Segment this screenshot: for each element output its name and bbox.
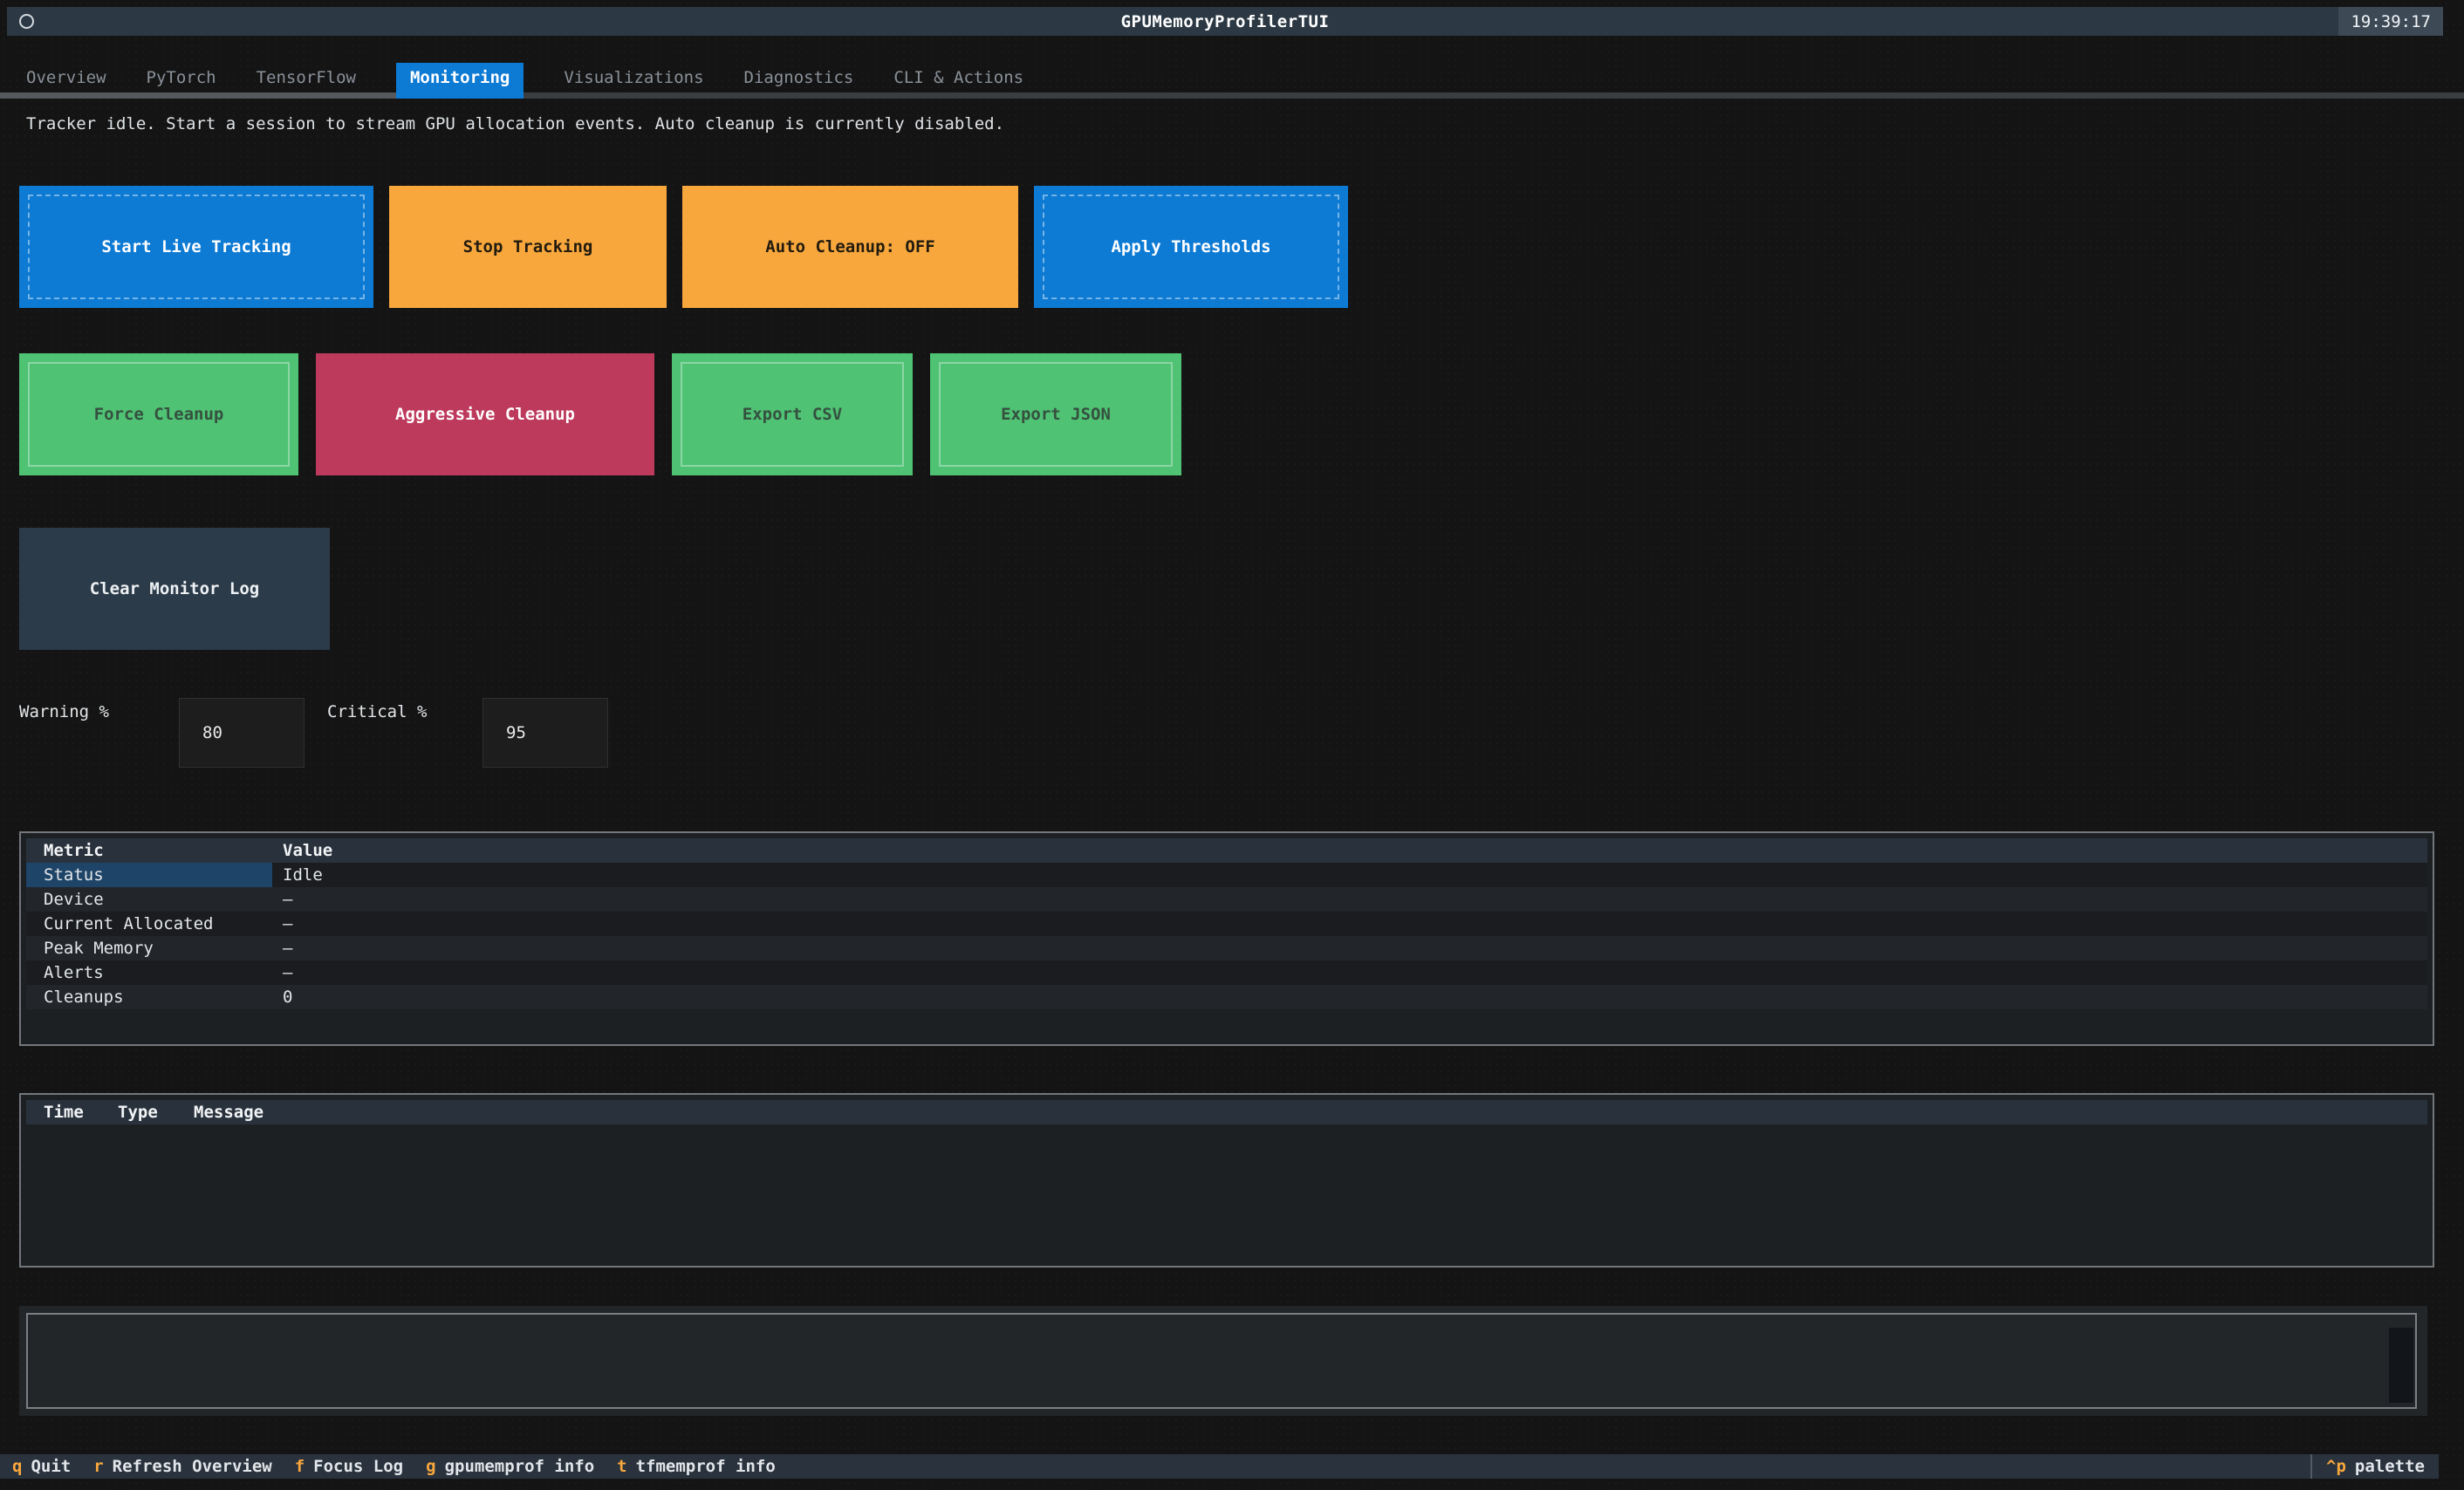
table-row[interactable]: Status Idle	[26, 863, 2427, 887]
header-bar: GPUMemoryProfilerTUI 19:39:17	[7, 7, 2443, 36]
app-screen: GPUMemoryProfilerTUI 19:39:17 Overview P…	[0, 0, 2464, 1490]
metrics-col-value: Value	[272, 838, 2427, 863]
tab-monitoring[interactable]: Monitoring	[396, 63, 524, 92]
tab-pytorch[interactable]: PyTorch	[147, 63, 216, 92]
events-table-header: Time Type Message	[26, 1100, 2427, 1124]
tab-underline-active	[396, 92, 524, 99]
app-title: GPUMemoryProfilerTUI	[7, 12, 2443, 31]
footer-binding-quit[interactable]: qQuit	[12, 1457, 71, 1476]
tab-underline-left	[0, 92, 396, 99]
metrics-table-header: Metric Value	[26, 838, 2427, 863]
footer-binding-focus-log[interactable]: fFocus Log	[295, 1457, 403, 1476]
palette-key: ^p	[2326, 1457, 2346, 1476]
warning-percent-label: Warning %	[19, 698, 179, 769]
threshold-controls: Warning % 80 Critical % 95	[19, 698, 2464, 769]
stop-tracking-button[interactable]: Stop Tracking	[389, 186, 667, 308]
tab-diagnostics[interactable]: Diagnostics	[744, 63, 854, 92]
monitor-log-border	[26, 1313, 2417, 1409]
tracking-button-row: Start Live Tracking Stop Tracking Auto C…	[19, 186, 2464, 308]
header-clock: 19:39:17	[2338, 7, 2443, 36]
footer-palette-binding[interactable]: ^p palette	[2310, 1454, 2439, 1479]
metrics-col-metric: Metric	[26, 838, 272, 863]
auto-cleanup-toggle-button[interactable]: Auto Cleanup: OFF	[682, 186, 1018, 308]
footer-binding-tfmemprof-info[interactable]: ttfmemprof info	[617, 1457, 776, 1476]
tab-underline-right	[524, 92, 2464, 99]
palette-label: palette	[2355, 1457, 2425, 1476]
table-row[interactable]: Current Allocated –	[26, 912, 2427, 936]
clear-monitor-log-button[interactable]: Clear Monitor Log	[19, 528, 330, 650]
monitor-log-scrollbar-thumb[interactable]	[2389, 1328, 2413, 1403]
table-row[interactable]: Device –	[26, 887, 2427, 912]
table-row[interactable]: Cleanups 0	[26, 985, 2427, 1009]
start-live-tracking-button[interactable]: Start Live Tracking	[19, 186, 373, 308]
tab-cli-actions[interactable]: CLI & Actions	[893, 63, 1023, 92]
tracker-status-text: Tracker idle. Start a session to stream …	[26, 114, 2464, 135]
events-table: Time Type Message	[19, 1093, 2434, 1268]
tab-overview[interactable]: Overview	[26, 63, 106, 92]
aggressive-cleanup-button[interactable]: Aggressive Cleanup	[316, 353, 654, 475]
events-col-type: Type	[107, 1100, 183, 1124]
tab-bar: Overview PyTorch TensorFlow Monitoring V…	[0, 36, 2464, 99]
cleanup-export-button-row: Force Cleanup Aggressive Cleanup Export …	[19, 353, 2464, 475]
table-row[interactable]: Peak Memory –	[26, 936, 2427, 960]
export-json-button[interactable]: Export JSON	[930, 353, 1181, 475]
force-cleanup-button[interactable]: Force Cleanup	[19, 353, 298, 475]
critical-percent-value: 95	[506, 723, 526, 742]
apply-thresholds-button[interactable]: Apply Thresholds	[1034, 186, 1348, 308]
log-button-row: Clear Monitor Log	[19, 528, 2464, 650]
export-csv-button[interactable]: Export CSV	[672, 353, 913, 475]
warning-percent-value: 80	[202, 723, 222, 742]
critical-percent-label: Critical %	[327, 698, 483, 769]
footer-binding-refresh-overview[interactable]: rRefresh Overview	[93, 1457, 271, 1476]
events-col-time: Time	[26, 1100, 107, 1124]
critical-percent-input[interactable]: 95	[483, 698, 608, 768]
tab-visualizations[interactable]: Visualizations	[564, 63, 703, 92]
events-col-message: Message	[183, 1100, 2427, 1124]
tab-tensorflow[interactable]: TensorFlow	[257, 63, 356, 92]
footer-bar: qQuit rRefresh Overview fFocus Log ggpum…	[0, 1454, 2439, 1479]
warning-percent-input[interactable]: 80	[179, 698, 305, 768]
metrics-table: Metric Value Status Idle Device – Curren…	[19, 831, 2434, 1046]
footer-bindings: qQuit rRefresh Overview fFocus Log ggpum…	[0, 1457, 798, 1476]
table-row[interactable]: Alerts –	[26, 960, 2427, 985]
footer-binding-gpumemprof-info[interactable]: ggpumemprof info	[426, 1457, 594, 1476]
monitor-log-textarea[interactable]	[19, 1306, 2427, 1416]
